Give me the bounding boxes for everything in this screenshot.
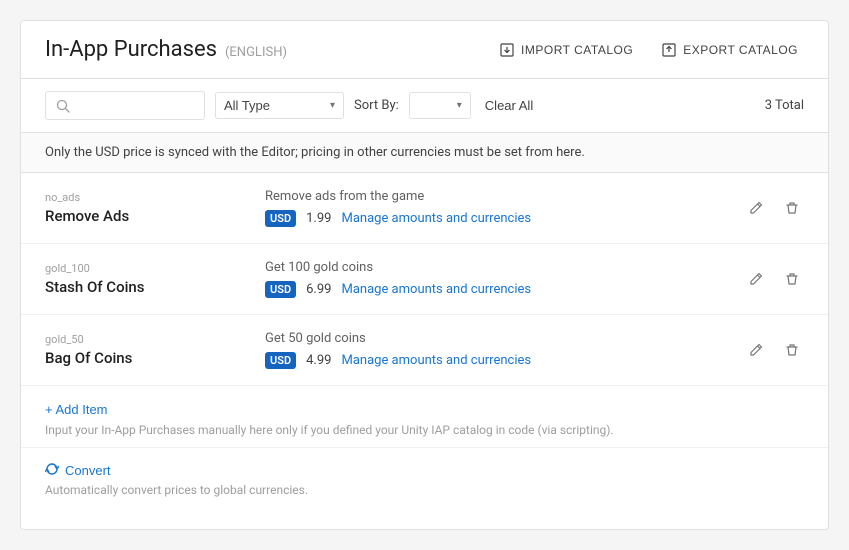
item-name-2: Bag Of Coins: [45, 349, 265, 367]
sort-arrow-icon: ▾: [457, 100, 462, 111]
item-id-0: no_ads: [45, 191, 265, 204]
usd-badge-2: USD: [265, 352, 296, 369]
trash-icon: [784, 342, 800, 358]
table-row: no_ads Remove Ads Remove ads from the ga…: [21, 173, 828, 244]
type-filter-arrow-icon: ▾: [330, 100, 335, 111]
usd-badge-1: USD: [265, 281, 296, 298]
delete-button-0[interactable]: [780, 196, 804, 220]
add-item-button[interactable]: + Add Item: [45, 402, 108, 417]
item-price-0: 1.99: [306, 211, 331, 226]
type-filter-select[interactable]: All Type Consumable Non-Consumable Subsc…: [224, 98, 326, 113]
page-subtitle: (ENGLISH): [225, 45, 287, 60]
sort-label: Sort By:: [354, 98, 399, 113]
item-left-0: no_ads Remove Ads: [45, 191, 265, 225]
item-id-1: gold_100: [45, 262, 265, 275]
type-filter-dropdown[interactable]: All Type Consumable Non-Consumable Subsc…: [215, 92, 344, 119]
item-middle-1: Get 100 gold coins USD 6.99 Manage amoun…: [265, 260, 744, 298]
total-count: 3 Total: [765, 98, 804, 113]
convert-section: Convert Automatically convert prices to …: [21, 447, 828, 511]
toolbar: All Type Consumable Non-Consumable Subsc…: [21, 79, 828, 133]
page-title: In-App Purchases: [45, 37, 217, 62]
table-row: gold_100 Stash Of Coins Get 100 gold coi…: [21, 244, 828, 315]
import-catalog-label: IMPORT CATALOG: [521, 43, 633, 57]
item-actions-2: [744, 338, 804, 362]
convert-label: Convert: [65, 463, 111, 478]
manage-link-0[interactable]: Manage amounts and currencies: [341, 211, 531, 226]
edit-icon: [748, 342, 764, 358]
item-id-2: gold_50: [45, 333, 265, 346]
delete-button-1[interactable]: [780, 267, 804, 291]
item-left-1: gold_100 Stash Of Coins: [45, 262, 265, 296]
edit-button-1[interactable]: [744, 267, 768, 291]
export-catalog-button[interactable]: EXPORT CATALOG: [655, 38, 804, 62]
import-icon: [499, 42, 515, 58]
trash-icon: [784, 200, 800, 216]
convert-hint: Automatically convert prices to global c…: [45, 483, 804, 497]
export-catalog-label: EXPORT CATALOG: [683, 43, 798, 57]
trash-icon: [784, 271, 800, 287]
item-left-2: gold_50 Bag Of Coins: [45, 333, 265, 367]
item-name-1: Stash Of Coins: [45, 278, 265, 296]
search-box: [45, 91, 205, 120]
clear-all-button[interactable]: Clear All: [481, 94, 537, 117]
sort-dropdown[interactable]: Name Price ▾: [409, 92, 471, 119]
item-description-0: Remove ads from the game: [265, 189, 744, 204]
item-price-row-2: USD 4.99 Manage amounts and currencies: [265, 352, 744, 369]
item-middle-2: Get 50 gold coins USD 4.99 Manage amount…: [265, 331, 744, 369]
edit-icon: [748, 200, 764, 216]
item-name-0: Remove Ads: [45, 207, 265, 225]
item-middle-0: Remove ads from the game USD 1.99 Manage…: [265, 189, 744, 227]
convert-icon: [45, 462, 59, 479]
edit-button-0[interactable]: [744, 196, 768, 220]
edit-icon: [748, 271, 764, 287]
search-icon: [56, 99, 70, 113]
search-input[interactable]: [76, 98, 194, 113]
item-price-row-0: USD 1.99 Manage amounts and currencies: [265, 210, 744, 227]
export-icon: [661, 42, 677, 58]
item-actions-1: [744, 267, 804, 291]
items-list: no_ads Remove Ads Remove ads from the ga…: [21, 173, 828, 386]
item-description-2: Get 50 gold coins: [265, 331, 744, 346]
item-price-2: 4.99: [306, 353, 331, 368]
item-price-1: 6.99: [306, 282, 331, 297]
info-bar: Only the USD price is synced with the Ed…: [21, 133, 828, 173]
header-left: In-App Purchases (ENGLISH): [45, 37, 287, 62]
item-price-row-1: USD 6.99 Manage amounts and currencies: [265, 281, 744, 298]
item-description-1: Get 100 gold coins: [265, 260, 744, 275]
manage-link-2[interactable]: Manage amounts and currencies: [341, 353, 531, 368]
item-actions-0: [744, 196, 804, 220]
manage-link-1[interactable]: Manage amounts and currencies: [341, 282, 531, 297]
usd-badge-0: USD: [265, 210, 296, 227]
page-header: In-App Purchases (ENGLISH) IMPORT CATALO…: [21, 21, 828, 79]
add-item-section: + Add Item Input your In-App Purchases m…: [21, 386, 828, 447]
edit-button-2[interactable]: [744, 338, 768, 362]
table-row: gold_50 Bag Of Coins Get 50 gold coins U…: [21, 315, 828, 386]
add-item-hint: Input your In-App Purchases manually her…: [45, 423, 804, 437]
sort-select[interactable]: Name Price: [418, 98, 453, 113]
convert-button[interactable]: Convert: [45, 462, 111, 479]
delete-button-2[interactable]: [780, 338, 804, 362]
header-actions: IMPORT CATALOG EXPORT CATALOG: [493, 38, 804, 62]
info-text: Only the USD price is synced with the Ed…: [45, 145, 585, 160]
import-catalog-button[interactable]: IMPORT CATALOG: [493, 38, 639, 62]
